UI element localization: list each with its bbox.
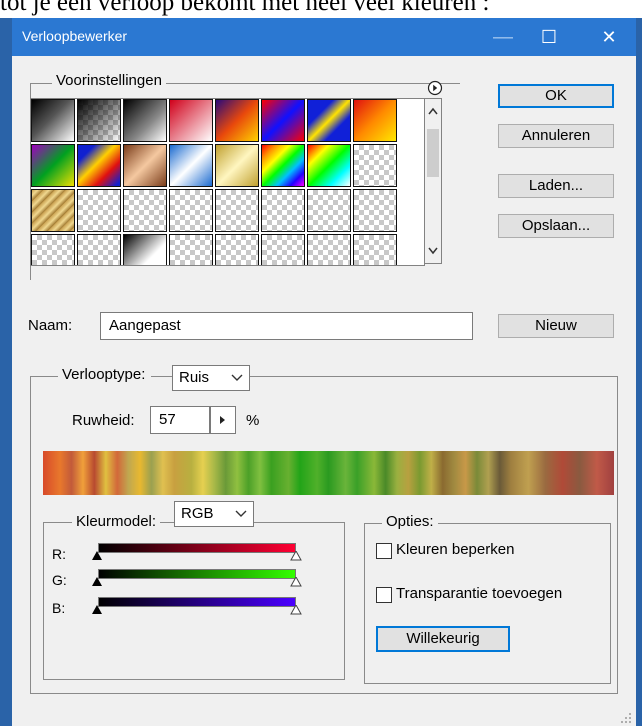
- ok-button[interactable]: OK: [498, 84, 614, 108]
- load-button[interactable]: Laden...: [498, 174, 614, 198]
- name-input[interactable]: Aangepast: [100, 312, 473, 340]
- noise-gradient-preview: [43, 451, 614, 495]
- randomize-button[interactable]: Willekeurig: [376, 626, 510, 652]
- preset-swatch[interactable]: [353, 99, 397, 142]
- preset-swatch[interactable]: [77, 144, 121, 187]
- preset-swatch[interactable]: [261, 189, 305, 232]
- preset-swatch[interactable]: [353, 189, 397, 232]
- chevron-down-icon[interactable]: [428, 247, 438, 255]
- gradient-type-select[interactable]: Ruis: [172, 365, 250, 391]
- preset-swatch[interactable]: [261, 144, 305, 187]
- preset-swatch[interactable]: [123, 144, 167, 187]
- close-button[interactable]: ✕: [586, 18, 632, 56]
- channel-r-slider[interactable]: [98, 543, 296, 553]
- save-button[interactable]: Opslaan...: [498, 214, 614, 238]
- chevron-up-icon[interactable]: [428, 107, 438, 115]
- preset-swatch[interactable]: [77, 189, 121, 232]
- channel-b-label: B:: [52, 600, 66, 616]
- window-edge-right: [636, 18, 642, 726]
- color-model-label: Kleurmodel:: [72, 513, 161, 530]
- name-label: Naam:: [28, 317, 73, 334]
- preset-swatch[interactable]: [353, 144, 397, 187]
- preset-swatch[interactable]: [215, 234, 259, 265]
- new-button[interactable]: Nieuw: [498, 314, 614, 338]
- circle-arrow-icon[interactable]: [426, 79, 444, 97]
- add-transparency-label[interactable]: Transparantie toevoegen: [396, 585, 562, 602]
- page-caption: tot je een verloop bekomt met heel veel …: [0, 0, 490, 16]
- roughness-unit: %: [246, 412, 260, 429]
- preset-swatch[interactable]: [169, 99, 213, 142]
- restrict-colors-label[interactable]: Kleuren beperken: [396, 541, 514, 558]
- window-title: Verloopbewerker: [22, 28, 128, 44]
- chevron-down-icon: [231, 374, 243, 381]
- color-model-select[interactable]: RGB: [174, 501, 254, 527]
- preset-scrollbar[interactable]: [424, 98, 442, 264]
- preset-swatch[interactable]: [31, 189, 75, 232]
- gradient-type-label: Verlooptype:: [58, 366, 152, 383]
- scrollbar-thumb[interactable]: [427, 129, 439, 177]
- channel-r-label: R:: [52, 546, 66, 562]
- preset-swatch[interactable]: [215, 189, 259, 232]
- roughness-slider-toggle[interactable]: [210, 406, 236, 434]
- window-edge-left: [0, 18, 12, 726]
- gradient-type-value: Ruis: [179, 369, 210, 386]
- cancel-button[interactable]: Annuleren: [498, 124, 614, 148]
- minimize-button[interactable]: —: [480, 18, 526, 56]
- slider-stop-black[interactable]: [91, 605, 103, 615]
- resize-grip-icon[interactable]: [620, 712, 632, 724]
- preset-swatch[interactable]: [215, 99, 259, 142]
- slider-stop-black[interactable]: [91, 577, 103, 587]
- preset-swatch[interactable]: [31, 99, 75, 142]
- preset-swatch[interactable]: [123, 99, 167, 142]
- preset-swatch[interactable]: [169, 234, 213, 265]
- slider-stop-black[interactable]: [91, 551, 103, 561]
- preset-swatch[interactable]: [123, 189, 167, 232]
- preset-swatch[interactable]: [307, 99, 351, 142]
- restrict-colors-checkbox[interactable]: [376, 543, 392, 559]
- chevron-down-icon: [235, 510, 247, 517]
- preset-swatch[interactable]: [215, 144, 259, 187]
- triangle-right-icon: [220, 416, 225, 424]
- preset-swatch[interactable]: [307, 234, 351, 265]
- options-legend: Opties:: [382, 513, 438, 530]
- preset-swatch[interactable]: [307, 189, 351, 232]
- gradient-editor-dialog: Voorinstellingen OK Annuleren Laden... O…: [12, 56, 636, 726]
- roughness-input[interactable]: 57: [150, 406, 210, 434]
- slider-stop-white[interactable]: [290, 551, 302, 561]
- preset-swatch[interactable]: [77, 99, 121, 142]
- preset-swatch[interactable]: [353, 234, 397, 265]
- preset-swatch[interactable]: [169, 189, 213, 232]
- channel-g-slider[interactable]: [98, 569, 296, 579]
- preset-swatch[interactable]: [169, 144, 213, 187]
- add-transparency-checkbox[interactable]: [376, 587, 392, 603]
- preset-swatch[interactable]: [31, 234, 75, 265]
- slider-stop-white[interactable]: [290, 605, 302, 615]
- maximize-button[interactable]: ☐: [526, 18, 572, 56]
- slider-stop-white[interactable]: [290, 577, 302, 587]
- channel-g-label: G:: [52, 572, 67, 588]
- preset-swatch[interactable]: [261, 99, 305, 142]
- preset-swatch[interactable]: [77, 234, 121, 265]
- roughness-label: Ruwheid:: [72, 412, 135, 429]
- title-bar: Verloopbewerker — ☐ ✕: [12, 18, 636, 56]
- preset-swatch[interactable]: [31, 144, 75, 187]
- preset-swatch[interactable]: [261, 234, 305, 265]
- preset-swatch[interactable]: [123, 234, 167, 265]
- color-model-value: RGB: [181, 505, 214, 522]
- preset-swatch[interactable]: [307, 144, 351, 187]
- preset-swatch-grid[interactable]: [30, 98, 425, 266]
- channel-b-slider[interactable]: [98, 597, 296, 607]
- presets-legend: Voorinstellingen: [52, 72, 166, 89]
